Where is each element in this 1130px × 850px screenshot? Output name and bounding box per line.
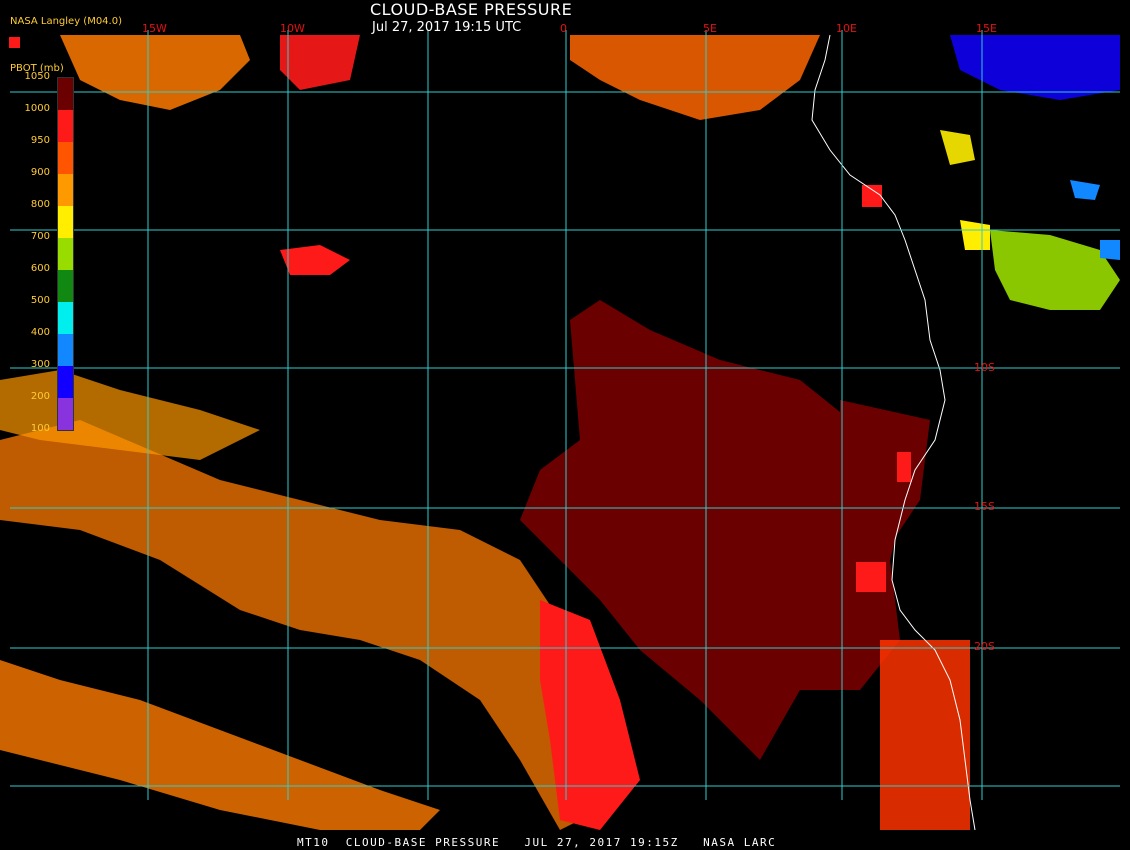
legend-tick-label: 100 — [30, 423, 50, 434]
lon-label-15e: 15E — [976, 22, 997, 35]
lon-label-5e: 5E — [703, 22, 717, 35]
legend-tick-label: 300 — [30, 359, 50, 370]
cloud-base-pressure-map — [0, 0, 1130, 850]
map-title: CLOUD-BASE PRESSURE — [370, 0, 573, 19]
indicator-square — [9, 37, 20, 48]
footer-caption: MT10 CLOUD-BASE PRESSURE JUL 27, 2017 19… — [297, 836, 777, 849]
legend-tick-label: 950 — [30, 135, 50, 146]
legend-color-bar — [57, 77, 74, 431]
producer-label: NASA Langley (M04.0) — [10, 16, 122, 27]
legend-tick-label: 400 — [30, 327, 50, 338]
map-datetime: Jul 27, 2017 19:15 UTC — [372, 20, 522, 35]
legend-tick-label: 900 — [30, 167, 50, 178]
legend-swatch — [58, 78, 73, 110]
lon-label-10e: 10E — [836, 22, 857, 35]
legend-tick-label: 200 — [30, 391, 50, 402]
lon-label-15w: 15W — [142, 22, 167, 35]
legend-swatch — [58, 206, 73, 238]
lat-label-20s: 20S — [974, 640, 995, 653]
legend-swatch — [58, 398, 73, 430]
legend-tick-label: 800 — [30, 199, 50, 210]
legend-swatch — [58, 110, 73, 142]
legend-tick-label: 600 — [30, 263, 50, 274]
lat-label-10s: 10S — [974, 361, 995, 374]
legend-tick-label: 500 — [30, 295, 50, 306]
legend-swatch — [58, 174, 73, 206]
lat-label-15s: 15S — [974, 500, 995, 513]
legend-swatch — [58, 302, 73, 334]
legend-swatch — [58, 142, 73, 174]
legend-swatch — [58, 270, 73, 302]
legend-tick-label: 1000 — [24, 103, 50, 114]
legend-swatch — [58, 366, 73, 398]
lon-label-10w: 10W — [280, 22, 305, 35]
legend-swatch — [58, 334, 73, 366]
legend-swatch — [58, 238, 73, 270]
legend-tick-label: 1050 — [24, 71, 50, 82]
lon-label-0: 0 — [560, 22, 567, 35]
legend-tick-label: 700 — [30, 231, 50, 242]
